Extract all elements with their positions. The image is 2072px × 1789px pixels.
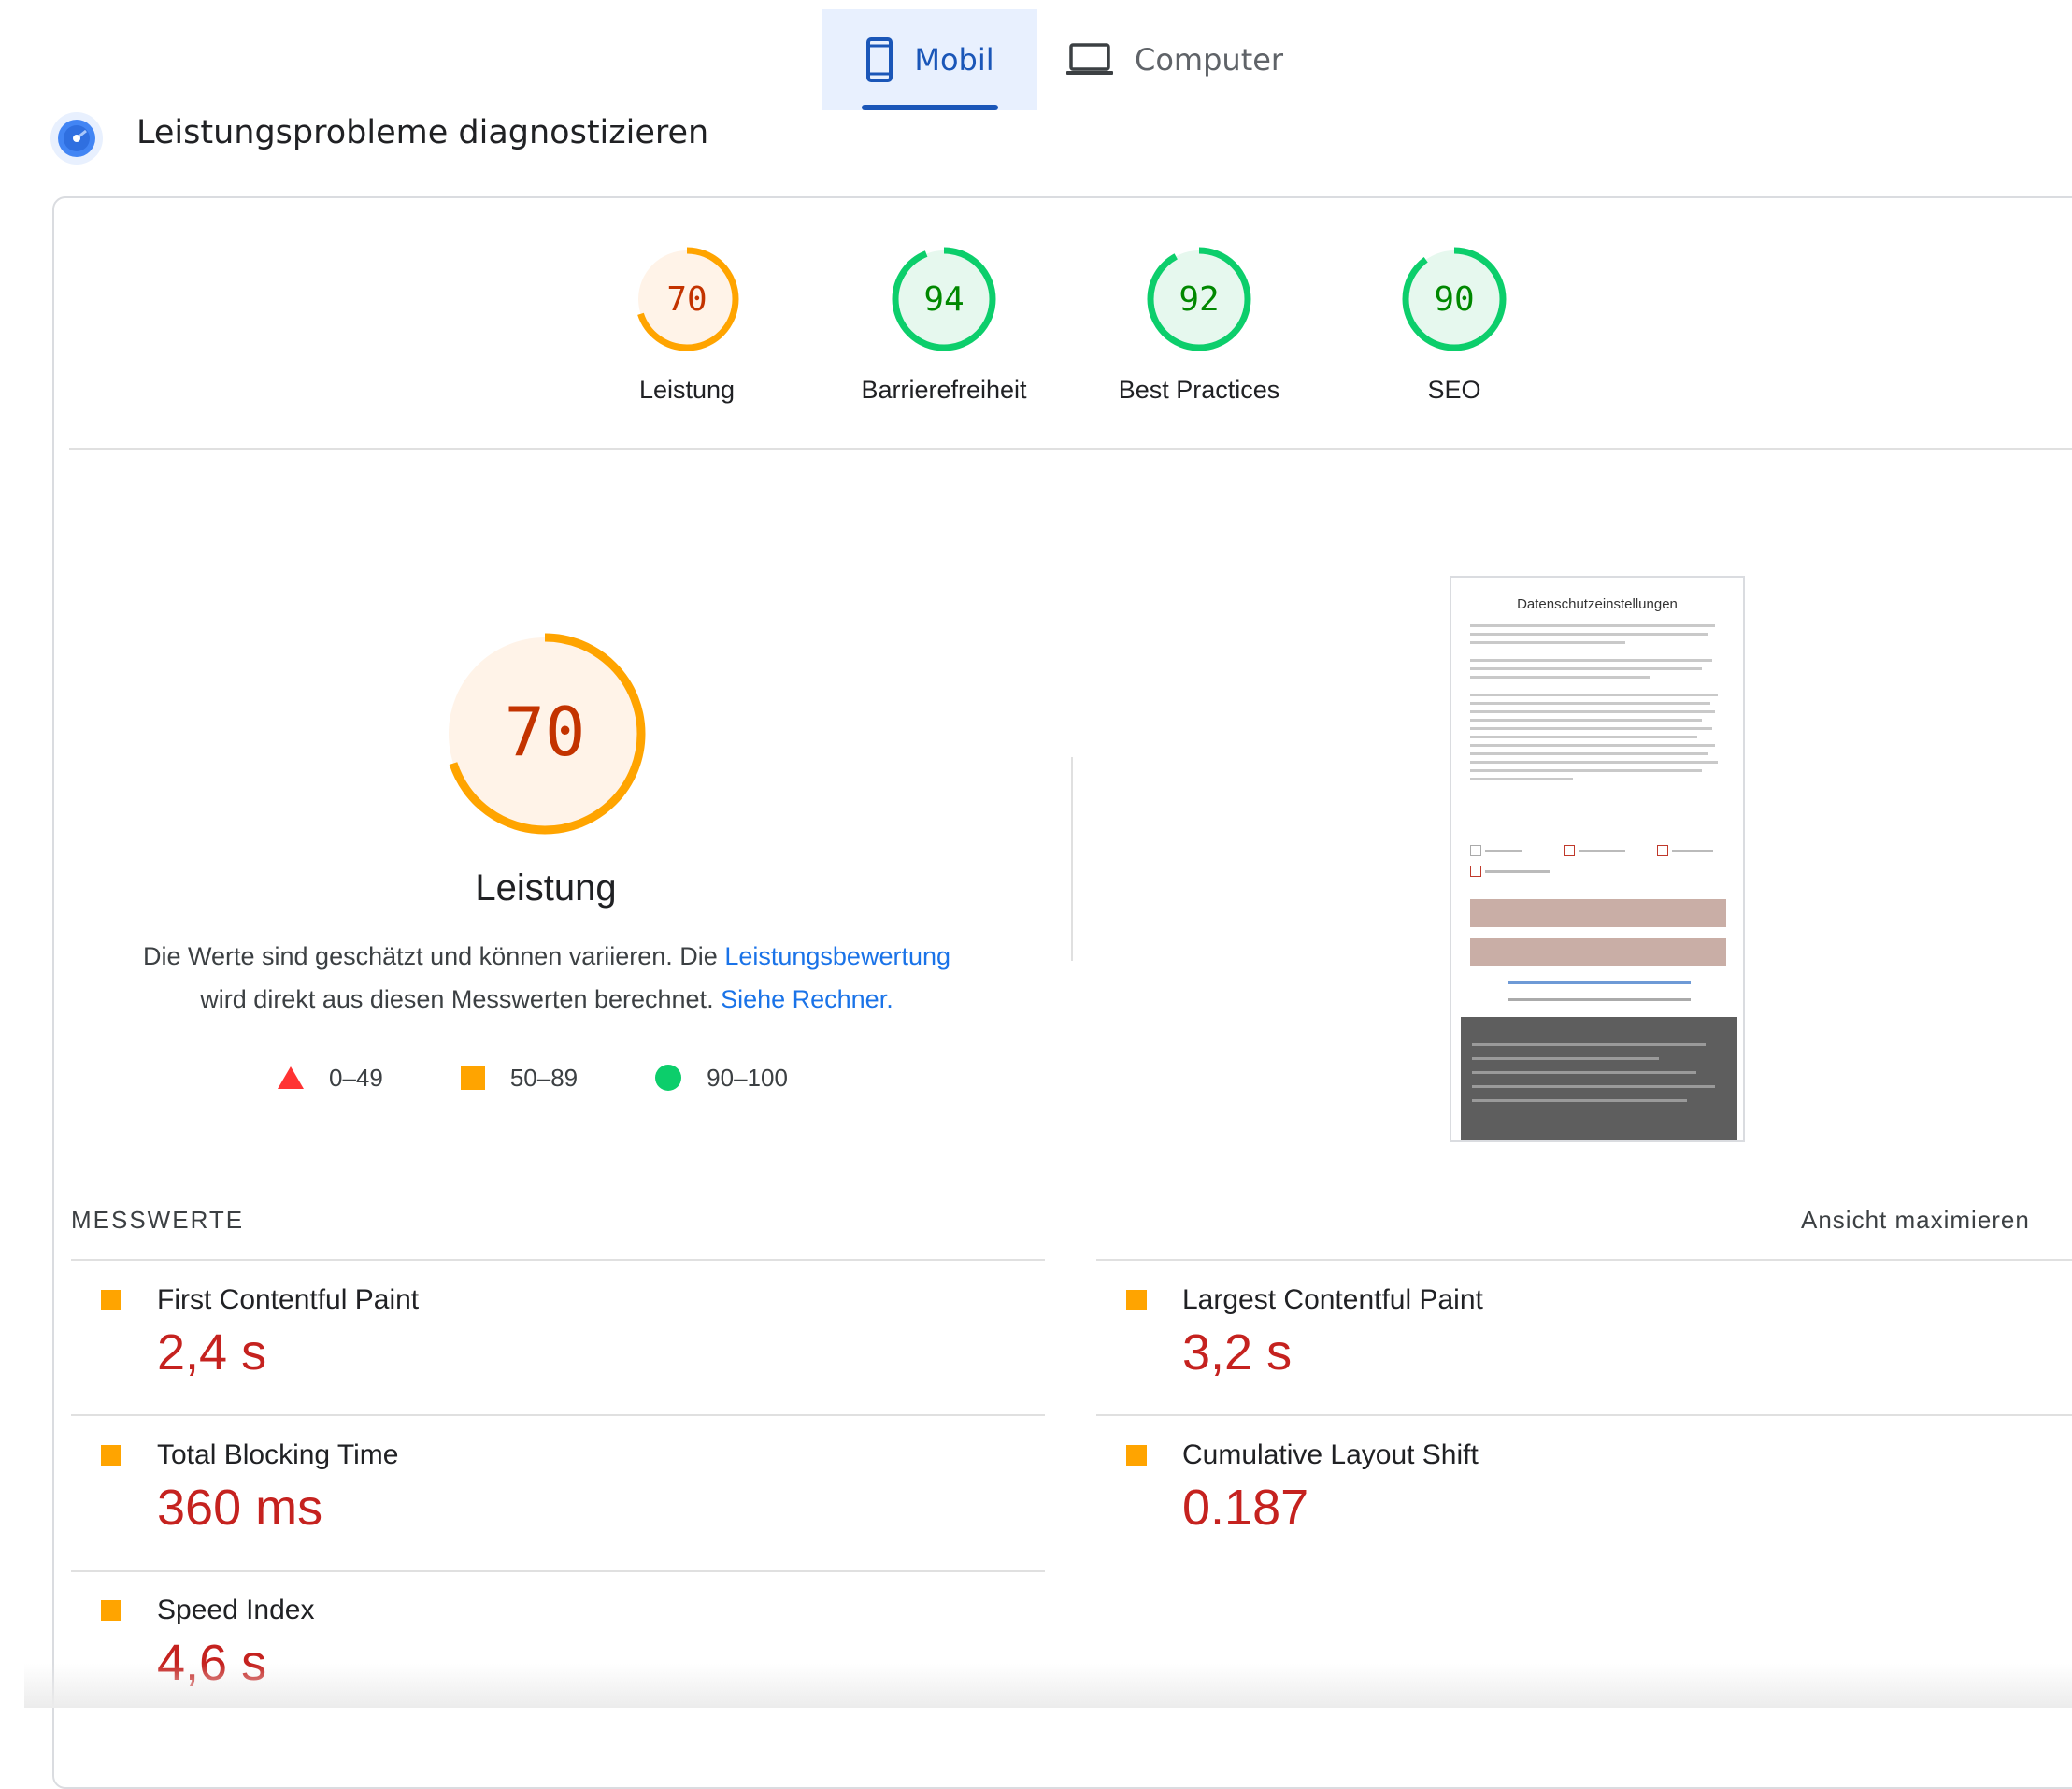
score-legend: 0–49 50–89 90–100 (277, 1056, 865, 1099)
metric-tbt: Total Blocking Time 360 ms (71, 1439, 1006, 1537)
thumbnail-text-lines (1470, 624, 1728, 786)
expand-view-button[interactable]: Ansicht maximieren (1801, 1206, 2030, 1235)
metric-label: First Contentful Paint (157, 1284, 420, 1315)
metric-label: Total Blocking Time (157, 1439, 399, 1470)
average-square-icon (101, 1600, 121, 1621)
score-best-practices[interactable]: 92 Best Practices (1087, 245, 1311, 405)
thumbnail-checkbox (1657, 845, 1713, 856)
gauge-ring: 94 (892, 247, 996, 351)
metric-value: 360 ms (157, 1480, 323, 1536)
metric-value: 2,4 s (157, 1324, 267, 1381)
leistungsbewertung-link[interactable]: Leistungsbewertung (724, 942, 950, 970)
metric-value: 3,2 s (1182, 1324, 1293, 1381)
metric-divider (71, 1414, 1045, 1416)
gauge-ring: 92 (1147, 247, 1251, 351)
divider (69, 448, 2072, 450)
active-tab-indicator (862, 105, 998, 110)
legend-range: 0–49 (329, 1063, 383, 1092)
thumbnail-button (1470, 899, 1726, 927)
average-square-icon (1126, 1290, 1147, 1310)
diagnostics-icon (50, 112, 103, 165)
scroll-fade (24, 1664, 2072, 1708)
metric-label: Cumulative Layout Shift (1182, 1439, 1479, 1470)
metric-lcp: Largest Contentful Paint 3,2 s (1096, 1284, 2031, 1381)
metric-value: 0.187 (1182, 1480, 1309, 1536)
gauge-ring: 70 (635, 247, 739, 351)
legend-average: 50–89 (460, 1064, 578, 1093)
laptop-icon (1066, 43, 1113, 75)
metric-fcp: First Contentful Paint 2,4 s (71, 1284, 1006, 1381)
score-value: 70 (666, 280, 707, 319)
thumbnail-checkbox (1564, 845, 1625, 856)
legend-fail: 0–49 (277, 1064, 383, 1093)
square-icon (460, 1066, 485, 1090)
score-label: Leistung (638, 376, 736, 404)
metric-label: Speed Index (157, 1595, 315, 1625)
metric-divider (1096, 1414, 2072, 1416)
average-square-icon (1126, 1445, 1147, 1466)
metric-label: Largest Contentful Paint (1182, 1284, 1483, 1315)
vertical-divider (1071, 757, 1073, 961)
page-title: Leistungsprobleme diagnostizieren (136, 114, 709, 151)
metric-divider (1096, 1259, 2072, 1261)
thumbnail-link (1508, 998, 1691, 1001)
desc-text: Die Werte sind geschätzt und können vari… (142, 942, 725, 970)
legend-pass: 90–100 (654, 1064, 788, 1093)
thumbnail-link (1508, 981, 1691, 984)
legend-range: 90–100 (707, 1063, 788, 1092)
score-label: Best Practices (1118, 376, 1280, 404)
siehe-rechner-link[interactable]: Siehe Rechner. (721, 985, 893, 1013)
metric-divider (71, 1259, 1045, 1261)
performance-gauge: 70 (444, 633, 646, 835)
performance-score: 70 (505, 693, 586, 771)
thumbnail-button (1470, 938, 1726, 966)
thumbnail-checkbox (1470, 845, 1522, 856)
tab-computer-label: Computer (1135, 42, 1284, 78)
phone-icon (866, 37, 893, 82)
score-barrierefreiheit[interactable]: 94 Barrierefreiheit (832, 245, 1056, 405)
score-seo[interactable]: 90 SEO (1342, 245, 1566, 405)
circle-icon (655, 1065, 682, 1091)
average-square-icon (101, 1290, 121, 1310)
gauge-ring: 90 (1402, 247, 1507, 351)
metric-divider (71, 1570, 1045, 1572)
score-label: Barrierefreiheit (861, 376, 1027, 404)
thumbnail-checkbox (1470, 866, 1550, 877)
thumbnail-dark-section (1461, 1017, 1737, 1140)
legend-range: 50–89 (509, 1063, 579, 1092)
metric-cls: Cumulative Layout Shift 0.187 (1096, 1439, 2031, 1537)
performance-description: Die Werte sind geschätzt und können vari… (103, 935, 991, 1021)
average-square-icon (101, 1445, 121, 1466)
performance-title: Leistung (475, 867, 617, 909)
metrics-heading: MESSWERTE (71, 1206, 245, 1234)
tab-mobil[interactable]: Mobil (822, 9, 1037, 110)
score-label: SEO (1427, 376, 1481, 404)
score-value: 94 (923, 280, 964, 319)
desc-text: wird direkt aus diesen Messwerten berech… (200, 985, 722, 1013)
tab-mobil-label: Mobil (914, 42, 994, 78)
page-screenshot-thumbnail[interactable]: Datenschutzeinstellungen (1450, 576, 1745, 1142)
score-value: 90 (1434, 280, 1474, 319)
thumbnail-title: Datenschutzeinstellungen (1517, 596, 1678, 612)
score-leistung[interactable]: 70 Leistung (575, 245, 799, 405)
score-value: 92 (1179, 280, 1219, 319)
triangle-icon (278, 1066, 304, 1089)
tab-computer[interactable]: Computer (1065, 9, 1308, 110)
